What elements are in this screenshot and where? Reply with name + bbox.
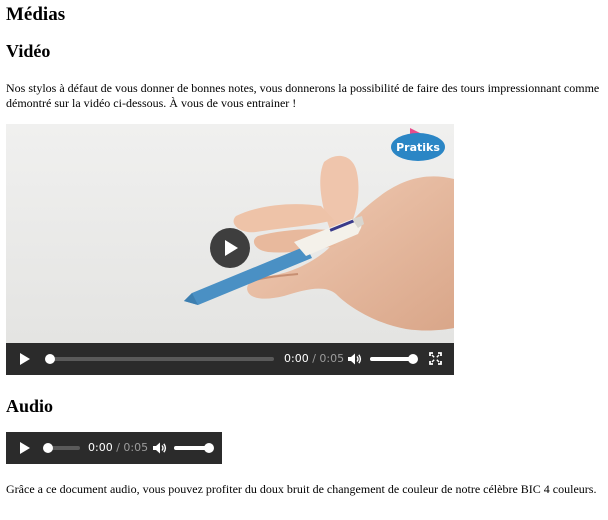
page-title: Médias <box>6 4 66 25</box>
video-time-display: 0:00 / 0:05 <box>284 352 344 365</box>
video-current-time: 0:00 <box>284 352 309 365</box>
video-duration: 0:05 <box>319 352 345 365</box>
video-time-separator: / <box>308 352 320 365</box>
play-icon[interactable] <box>18 352 32 366</box>
video-volume-thumb[interactable] <box>408 354 418 364</box>
audio-heading: Audio <box>6 396 54 416</box>
video-heading: Vidéo <box>6 41 51 61</box>
audio-current-time: 0:00 <box>88 441 113 454</box>
audio-volume-thumb[interactable] <box>204 443 214 453</box>
big-play-button[interactable] <box>210 228 250 268</box>
volume-icon[interactable] <box>347 352 363 366</box>
video-player[interactable]: Pratiks 0:00 / 0:05 <box>6 124 454 375</box>
audio-time-separator: / <box>112 441 124 454</box>
audio-player[interactable]: 0:00 / 0:05 <box>6 432 222 464</box>
volume-icon[interactable] <box>152 441 168 455</box>
play-icon[interactable] <box>18 441 32 455</box>
video-description: Nos stylos à défaut de vous donner de bo… <box>6 81 600 110</box>
audio-duration: 0:05 <box>123 441 149 454</box>
audio-progress-thumb[interactable] <box>43 443 53 453</box>
audio-description: Grâce a ce document audio, vous pouvez p… <box>6 482 597 496</box>
video-progress-thumb[interactable] <box>45 354 55 364</box>
svg-text:Pratiks: Pratiks <box>396 141 440 154</box>
video-control-bar: 0:00 / 0:05 <box>6 343 454 375</box>
video-progress-bar[interactable] <box>48 357 274 361</box>
video-frame[interactable]: Pratiks <box>6 124 454 343</box>
audio-time-display: 0:00 / 0:05 <box>88 441 148 454</box>
fullscreen-icon[interactable] <box>429 352 442 365</box>
